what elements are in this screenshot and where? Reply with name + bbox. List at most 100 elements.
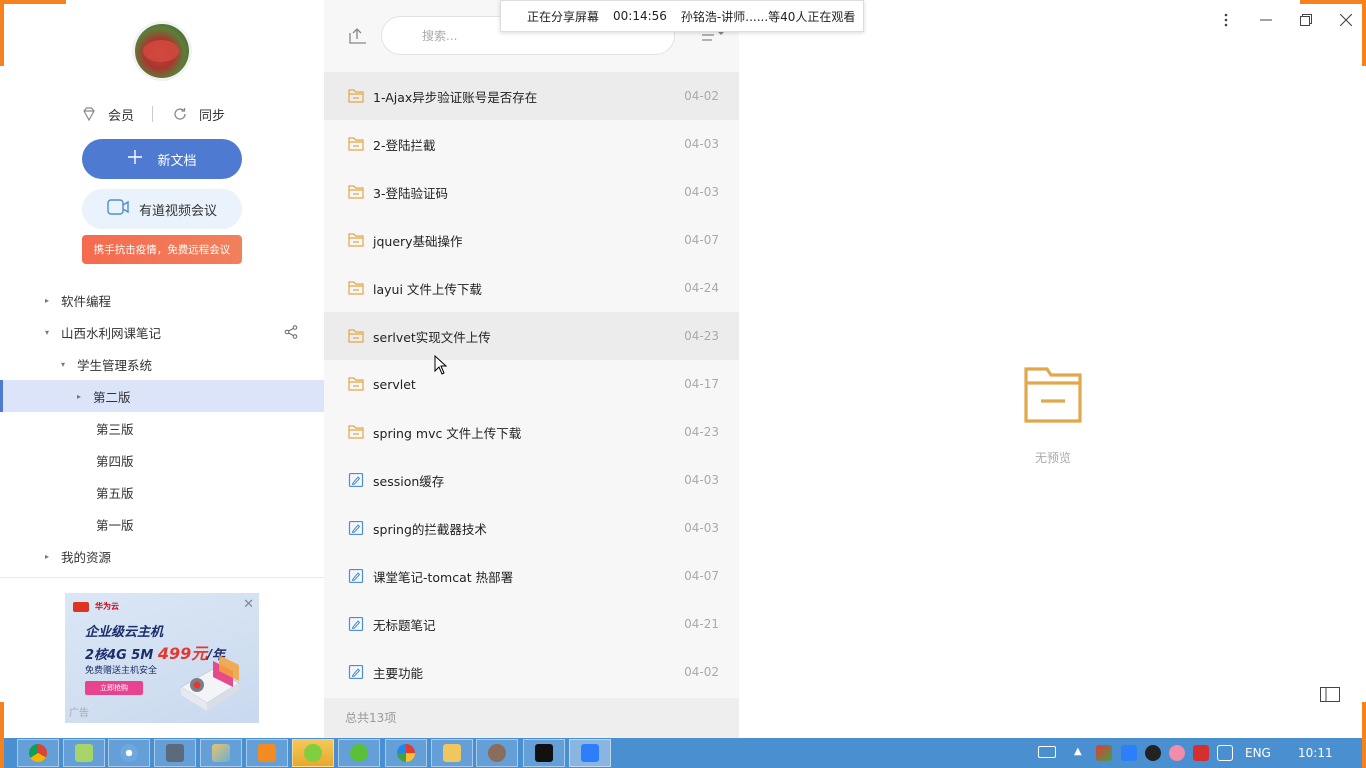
share-corner-top-right-v	[1362, 0, 1366, 66]
close-icon[interactable]	[1326, 8, 1366, 32]
taskbar-intellij[interactable]	[523, 739, 565, 767]
folder-row[interactable]: 2-登陆拦截 04-03	[324, 120, 739, 168]
note-icon	[348, 617, 364, 631]
taskbar-tool[interactable]	[200, 739, 242, 767]
note-row[interactable]: spring的拦截器技术 04-03	[324, 504, 739, 552]
tree-item-version-5[interactable]: 第五版	[0, 476, 324, 508]
tree-item-my-resources[interactable]: ▸ 我的资源	[0, 540, 324, 572]
avatar[interactable]	[135, 24, 189, 78]
ad-cta-button[interactable]: 立即抢购	[85, 681, 143, 695]
promo-banner[interactable]: 携手抗击疫情，免费远程会议	[82, 235, 242, 264]
share-corner-top-left	[0, 0, 66, 4]
ad-brand: 华为云	[73, 601, 119, 612]
close-icon[interactable]: ✕	[243, 597, 254, 612]
layout-toggle-icon[interactable]	[1320, 687, 1340, 702]
note-icon	[348, 665, 364, 679]
taskbar-explorer[interactable]	[431, 739, 473, 767]
taskbar-youdao-note[interactable]	[569, 739, 611, 767]
folder-icon	[348, 137, 364, 151]
taskbar: ▲ ENG 10:11	[0, 738, 1366, 768]
tray-note-icon[interactable]	[1121, 745, 1137, 761]
more-menu-icon[interactable]	[1206, 8, 1246, 32]
folder-row[interactable]: servlet 04-17	[324, 360, 739, 408]
network-icon[interactable]	[1217, 745, 1233, 761]
new-document-button[interactable]: 新文档	[82, 139, 242, 179]
taskbar-wechat[interactable]	[292, 739, 334, 767]
item-date: 04-02	[684, 665, 719, 679]
taskbar-notepad[interactable]	[63, 739, 105, 767]
tree-item-label: 第四版	[96, 453, 134, 469]
youdao-note-icon	[581, 744, 599, 762]
chevron-right-icon[interactable]: ▸	[43, 552, 51, 561]
video-meeting-button[interactable]: 有道视频会议	[82, 189, 242, 229]
note-row[interactable]: session缓存 04-03	[324, 456, 739, 504]
item-date: 04-24	[684, 281, 719, 295]
ad-subtitle: 免费赠送主机安全	[85, 666, 158, 676]
promo-text: 携手抗击疫情，免费远程会议	[93, 244, 231, 256]
taskbar-app-g[interactable]	[246, 739, 288, 767]
folder-icon	[348, 425, 364, 439]
tree-item-version-3[interactable]: 第三版	[0, 412, 324, 444]
chevron-right-icon[interactable]: ▸	[75, 392, 83, 401]
sync-label: 同步	[199, 108, 226, 124]
note-icon	[348, 473, 364, 487]
tree-item-version-4[interactable]: 第四版	[0, 444, 324, 476]
no-preview-text: 无预览	[1035, 451, 1072, 465]
language-indicator[interactable]: ENG	[1245, 746, 1271, 760]
folder-icon	[348, 329, 364, 343]
tree-item-shanxi-notes[interactable]: ▾ 山西水利网课笔记	[0, 316, 324, 348]
tree-item-software[interactable]: ▸ 软件编程	[0, 284, 324, 316]
tree-item-version-2[interactable]: ▸ 第二版	[0, 380, 324, 412]
tray-app-icon[interactable]	[1096, 745, 1112, 761]
tool-icon	[212, 744, 230, 762]
app-g-icon	[258, 744, 276, 762]
item-name: layui 文件上传下载	[373, 281, 482, 297]
ad-banner[interactable]: 华为云 企业级云主机 2核4G 5M 499元/年 免费赠送主机安全 立即抢购 …	[65, 593, 259, 723]
tray-expand-icon[interactable]: ▲	[1074, 746, 1082, 757]
taskbar-paint[interactable]	[108, 739, 150, 767]
folder-row[interactable]: 3-登陆验证码 04-03	[324, 168, 739, 216]
restore-icon[interactable]	[1286, 8, 1326, 32]
folder-row[interactable]: spring mvc 文件上传下载 04-23	[324, 408, 739, 456]
screen-share-banner[interactable]: 正在分享屏幕 00:14:56 孙铭浩-讲师......等40人正在观看	[500, 0, 864, 32]
folder-icon	[348, 185, 364, 199]
tree-item-student-system[interactable]: ▾ 学生管理系统	[0, 348, 324, 380]
tree-item-label: 第五版	[96, 485, 134, 501]
taskbar-clock[interactable]: 10:11	[1298, 746, 1333, 760]
taskbar-game[interactable]	[476, 739, 518, 767]
item-name: servlet	[373, 376, 416, 392]
file-list-panel: 1-Ajax异步验证账号是否存在 04-02 2-登陆拦截 04-03 3-登陆验证码 0…	[324, 0, 739, 738]
minimize-icon[interactable]	[1246, 8, 1286, 32]
folder-row[interactable]: jquery基础操作 04-07	[324, 216, 739, 264]
folder-icon	[348, 281, 364, 295]
chevron-down-icon[interactable]: ▾	[59, 360, 67, 369]
vip-button[interactable]: 会员	[80, 105, 134, 124]
note-row[interactable]: 主要功能 04-02	[324, 648, 739, 696]
item-name: spring的拦截器技术	[373, 521, 487, 537]
keyboard-icon[interactable]	[1038, 746, 1056, 758]
item-name: 1-Ajax异步验证账号是否存在	[373, 89, 538, 105]
tree-item-version-1[interactable]: 第一版	[0, 508, 324, 540]
taskbar-chrome[interactable]	[17, 739, 59, 767]
qq-icon[interactable]	[1145, 745, 1161, 761]
chevron-down-icon[interactable]: ▾	[43, 328, 51, 337]
tray-flower-icon[interactable]	[1169, 745, 1185, 761]
go-up-icon[interactable]	[348, 27, 368, 45]
taskbar-calculator[interactable]	[154, 739, 196, 767]
note-row[interactable]: 无标题笔记 04-21	[324, 600, 739, 648]
folder-row[interactable]: 1-Ajax异步验证账号是否存在 04-02	[324, 72, 739, 120]
taskbar-picasa[interactable]	[385, 739, 427, 767]
divider	[152, 106, 154, 122]
folder-icon	[1024, 367, 1082, 423]
folder-row[interactable]: serlvet实现文件上传 04-23	[324, 312, 739, 360]
folder-row[interactable]: layui 文件上传下载 04-24	[324, 264, 739, 312]
share-icon[interactable]	[284, 325, 298, 339]
item-name: 2-登陆拦截	[373, 137, 436, 153]
note-row[interactable]: 课堂笔记-tomcat 热部署 04-07	[324, 552, 739, 600]
taskbar-browser[interactable]	[338, 739, 380, 767]
sync-button[interactable]: 同步	[171, 105, 225, 124]
chevron-right-icon[interactable]: ▸	[43, 296, 51, 305]
share-corner-bottom-left	[0, 702, 4, 768]
tray-security-icon[interactable]	[1193, 745, 1209, 761]
browser-icon	[350, 744, 368, 762]
